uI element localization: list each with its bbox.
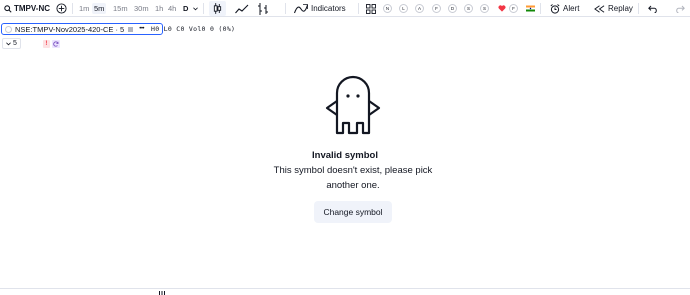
layouts-button[interactable] (362, 0, 380, 17)
quick-button-label: A (415, 4, 424, 13)
symbol-search[interactable]: TMPV-NC (0, 0, 54, 17)
loading-badge[interactable] (51, 39, 60, 48)
candlestick-icon (213, 3, 222, 14)
refresh-icon (53, 40, 59, 47)
quick-button-f[interactable]: F (432, 0, 441, 17)
redo-icon (676, 5, 685, 13)
divider (638, 3, 639, 14)
quick-button-d[interactable]: D (448, 0, 457, 17)
bars-chart-button[interactable] (253, 0, 274, 17)
indicator-count: 5 (13, 40, 17, 47)
quick-button-n[interactable]: N (383, 0, 392, 17)
quick-button-s[interactable]: S (464, 0, 473, 17)
ghost-icon (325, 75, 381, 135)
indicators-button[interactable]: Indicators (290, 0, 350, 17)
india-flag-button[interactable] (522, 0, 539, 17)
divider (72, 3, 73, 14)
symbol-logo-icon (5, 25, 12, 33)
grid-icon (366, 3, 376, 14)
legend-collapse-button[interactable]: 5 (2, 38, 21, 49)
indicators-legend: 5 ! (2, 38, 60, 49)
quick-button-a[interactable]: A (415, 0, 424, 17)
error-message: This symbol doesn't exist, please pick a… (273, 165, 433, 191)
replay-label: Replay (608, 4, 633, 13)
chevron-down-icon (6, 41, 11, 45)
search-icon (4, 4, 12, 13)
quick-button-label: F (509, 4, 518, 13)
quick-button-label: S (480, 4, 489, 13)
market-status-icon (128, 26, 134, 32)
interval-5m[interactable]: 5m (92, 3, 107, 14)
chevron-down-icon[interactable] (193, 7, 198, 11)
error-title: Invalid symbol (312, 150, 378, 161)
quick-button-label: S (464, 4, 473, 13)
indicators-label: Indicators (311, 4, 346, 13)
quick-button-label: D (448, 4, 457, 13)
quick-button-label: L (399, 4, 408, 13)
india-flag-icon (526, 5, 535, 12)
status-badges: ! (42, 39, 60, 48)
legend-more-button[interactable]: ••• (139, 26, 144, 32)
divider (285, 3, 286, 14)
quick-button-l[interactable]: L (399, 0, 408, 17)
interval-30m[interactable]: 30m (130, 0, 153, 17)
replay-button[interactable]: Replay (590, 0, 637, 17)
line-chart-button[interactable] (231, 0, 253, 17)
interval-1m[interactable]: 1m (75, 0, 93, 17)
symbol-name: TMPV-NC (14, 4, 50, 13)
ohlc-values: H0 L0 C0 Vol0 0 (0%) (151, 25, 236, 33)
top-toolbar: TMPV-NC 1m 5m 15m 30m 1h 4h D Indicators… (0, 0, 690, 17)
legend-title: NSE:TMPV-Nov2025-420-CE · 5 (15, 24, 125, 34)
interval-15m[interactable]: 15m (109, 0, 132, 17)
series-legend[interactable]: NSE:TMPV-Nov2025-420-CE · 5 ••• (1, 23, 163, 35)
interval-4h[interactable]: 4h (164, 0, 180, 17)
error-badge[interactable]: ! (42, 39, 50, 48)
heart-icon (498, 5, 506, 12)
alarm-clock-icon (550, 3, 560, 14)
compare-symbol-button[interactable] (52, 0, 71, 17)
quick-button-label: F (432, 4, 441, 13)
time-scale-handle-icon[interactable] (159, 291, 165, 295)
alert-button[interactable]: Alert (546, 0, 583, 17)
divider (358, 3, 359, 14)
bar-chart-icon (258, 2, 268, 15)
interval-5m-wrap: 5m (92, 0, 107, 17)
quick-button-s2[interactable]: S (480, 0, 489, 17)
undo-icon (648, 5, 657, 13)
undo-button[interactable] (644, 0, 662, 17)
divider (540, 3, 541, 14)
quick-button-label: N (383, 4, 392, 13)
change-symbol-button[interactable]: Change symbol (314, 201, 392, 223)
quick-button-f2[interactable]: F (509, 0, 518, 17)
interval-d[interactable]: D (179, 0, 192, 17)
line-chart-icon (235, 4, 249, 13)
plus-circle-icon (56, 3, 67, 14)
alert-label: Alert (563, 4, 580, 13)
divider (203, 3, 204, 14)
watchlist-heart-button[interactable] (494, 0, 510, 17)
candles-chart-type-button[interactable] (209, 1, 226, 16)
indicators-icon (294, 3, 308, 13)
rewind-icon (594, 4, 605, 13)
time-scale-divider (0, 288, 690, 289)
redo-button[interactable] (671, 0, 689, 17)
